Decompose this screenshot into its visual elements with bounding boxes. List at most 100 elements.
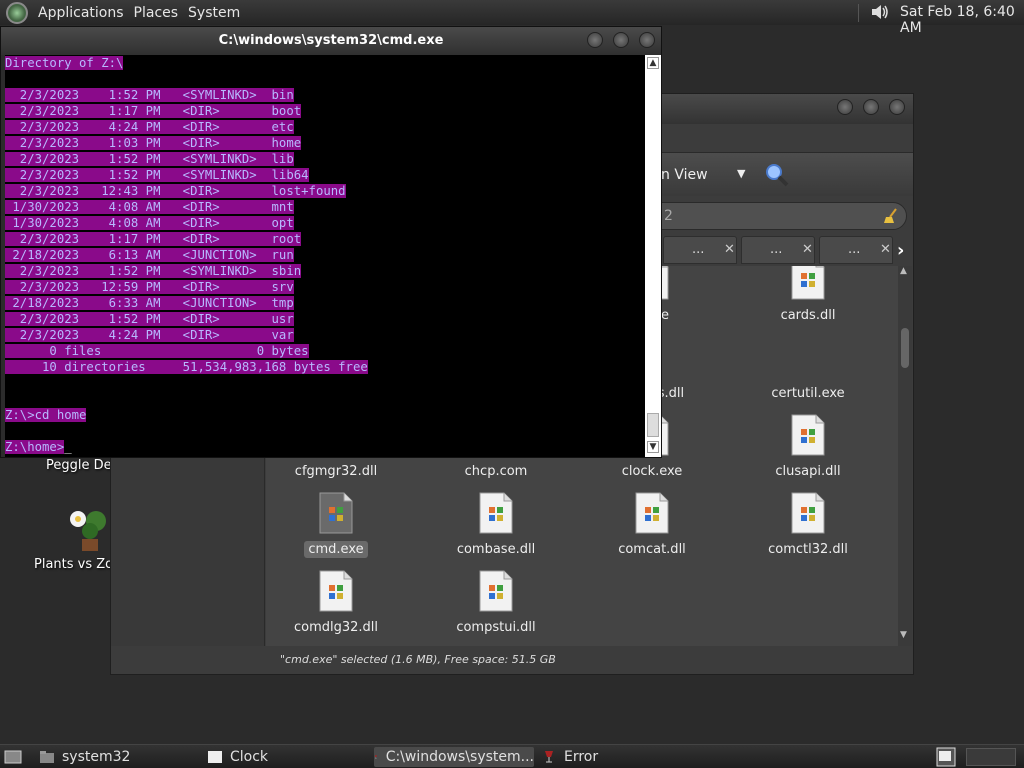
menu-places[interactable]: Places xyxy=(134,5,179,21)
file-name: cards.dll xyxy=(780,308,836,323)
file-name: comdlg32.dll xyxy=(293,620,379,635)
console-dir-entry: 2/3/2023 4:24 PM <DIR> etc xyxy=(5,120,294,134)
desktop-icon-peggle-label[interactable]: Peggle Del xyxy=(46,458,115,473)
desktop-icon-plants-label[interactable]: Plants vs Zor xyxy=(34,557,118,572)
file-name: combase.dll xyxy=(456,542,536,557)
console-text: Directory of Z:\ 2/3/2023 1:52 PM <SYMLI… xyxy=(5,55,645,455)
close-icon[interactable]: ✕ xyxy=(880,242,891,257)
fm-minimize-button[interactable] xyxy=(837,99,853,115)
search-icon[interactable] xyxy=(763,161,791,189)
workspace-2[interactable] xyxy=(966,748,1016,766)
panel-clock[interactable]: Sat Feb 18, 6:40 AM xyxy=(900,4,1024,36)
scroll-up-icon[interactable]: ▲ xyxy=(647,57,659,69)
console-dir-entry: 2/3/2023 1:52 PM <SYMLINKD> sbin xyxy=(5,264,302,278)
cmd-minimize-button[interactable] xyxy=(587,32,603,48)
scroll-thumb[interactable] xyxy=(647,413,659,437)
taskbar-item-cmd[interactable]: C:\windows\system... xyxy=(374,747,534,767)
folder-icon xyxy=(40,751,54,763)
bottom-taskbar: system32 Clock C:\windows\system... Erro… xyxy=(0,744,1024,768)
console-dir-entry: 2/3/2023 1:52 PM <DIR> usr xyxy=(5,312,294,326)
file-item[interactable]: cards.dll xyxy=(738,266,878,334)
console-dir-entry: 1/30/2023 4:08 AM <DIR> opt xyxy=(5,216,294,230)
executable-icon xyxy=(478,492,514,534)
file-name: clock.exe xyxy=(621,464,683,479)
scroll-down-icon[interactable]: ▼ xyxy=(900,630,907,640)
fm-scrollbar[interactable]: ▲ ▼ xyxy=(898,266,912,646)
file-name: cmd.exe xyxy=(266,541,406,558)
cmd-titlebar[interactable]: C:\windows\system32\cmd.exe xyxy=(1,27,661,55)
taskbar-item-system32[interactable]: system32 xyxy=(40,747,200,767)
console-summary-files: 0 files 0 bytes xyxy=(5,344,309,358)
console-dir-entry: 2/3/2023 1:52 PM <SYMLINKD> lib xyxy=(5,152,294,166)
plants-vs-zombies-icon[interactable] xyxy=(66,505,112,555)
fm-tab[interactable]: ... ✕ xyxy=(741,236,815,264)
executable-icon xyxy=(478,570,514,612)
fm-statusbar: "cmd.exe" selected (1.6 MB), Free space:… xyxy=(266,650,906,672)
console-dir-entry: 2/18/2023 6:13 AM <JUNCTION> run xyxy=(5,248,294,262)
close-icon[interactable]: ✕ xyxy=(724,242,735,257)
chevron-down-icon[interactable]: ▼ xyxy=(737,167,745,180)
console-dir-entry: 2/3/2023 12:59 PM <DIR> srv xyxy=(5,280,294,294)
console-command: Z:\>cd home xyxy=(5,408,87,422)
volume-icon[interactable] xyxy=(870,3,890,21)
file-item[interactable]: combase.dll xyxy=(426,492,566,568)
wine-glass-icon xyxy=(545,751,553,763)
taskbar-item-error[interactable]: Error xyxy=(542,747,702,767)
fm-tabs: ... ✕ ... ✕ ... ✕ xyxy=(663,236,913,266)
file-item[interactable]: compstui.dll xyxy=(426,570,566,646)
scroll-down-icon[interactable]: ▼ xyxy=(647,441,659,453)
file-name: comctl32.dll xyxy=(768,542,848,557)
workspace-switcher-icon[interactable] xyxy=(936,747,956,767)
console-header: Directory of Z:\ xyxy=(5,56,124,70)
menu-applications[interactable]: Applications xyxy=(38,5,124,21)
file-item[interactable]: comdlg32.dll xyxy=(266,570,406,646)
file-name: certutil.exe xyxy=(771,386,845,401)
status-text: "cmd.exe" selected (1.6 MB), Free space:… xyxy=(280,653,556,666)
file-item[interactable]: certutil.exe xyxy=(738,336,878,412)
console-cursor: _ xyxy=(64,440,72,454)
file-name: clusapi.dll xyxy=(775,464,841,479)
console-summary-dirs: 10 directories 51,534,983,168 bytes free xyxy=(5,360,368,374)
executable-icon xyxy=(790,414,826,456)
location-bar[interactable]: 2 xyxy=(641,202,907,230)
console-dir-entry: 2/3/2023 1:52 PM <SYMLINKD> bin xyxy=(5,88,294,102)
scroll-up-icon[interactable]: ▲ xyxy=(900,266,907,276)
executable-icon xyxy=(318,570,354,612)
file-item[interactable]: comcat.dll xyxy=(582,492,722,568)
console-dir-entry: 2/3/2023 1:17 PM <DIR> boot xyxy=(5,104,302,118)
console-output[interactable]: Directory of Z:\ 2/3/2023 1:52 PM <SYMLI… xyxy=(5,55,645,457)
file-item[interactable]: cmd.exe xyxy=(266,492,406,568)
cmd-window-title: C:\windows\system32\cmd.exe xyxy=(218,33,444,48)
console-dir-entry: 2/3/2023 12:43 PM <DIR> lost+found xyxy=(5,184,346,198)
cmd-scrollbar[interactable]: ▲ ▼ xyxy=(645,55,661,457)
scroll-thumb[interactable] xyxy=(901,328,909,368)
file-item[interactable]: comctl32.dll xyxy=(738,492,878,568)
view-mode-label[interactable]: n View xyxy=(661,167,708,183)
file-name: comcat.dll xyxy=(618,542,686,557)
close-icon[interactable]: ✕ xyxy=(802,242,813,257)
taskbar-item-clock[interactable]: Clock xyxy=(208,747,368,767)
panel-separator xyxy=(858,4,859,22)
executable-icon xyxy=(634,492,670,534)
console-dir-entry: 2/3/2023 4:24 PM <DIR> var xyxy=(5,328,294,342)
window-icon xyxy=(208,751,222,763)
chevron-right-icon[interactable]: › xyxy=(897,240,904,261)
file-item[interactable]: clusapi.dll xyxy=(738,414,878,490)
file-name: cfgmgr32.dll xyxy=(294,464,378,479)
file-name: compstui.dll xyxy=(456,620,536,635)
clear-broom-icon[interactable] xyxy=(882,207,900,225)
cmd-maximize-button[interactable] xyxy=(613,32,629,48)
wine-glass-icon xyxy=(374,755,377,759)
console-dir-entry: 2/3/2023 1:03 PM <DIR> home xyxy=(5,136,302,150)
file-icon-hidden xyxy=(790,336,826,378)
cmd-close-button[interactable] xyxy=(639,32,655,48)
gnome-foot-icon[interactable] xyxy=(6,1,28,24)
executable-icon xyxy=(318,492,354,534)
fm-tab[interactable]: ... ✕ xyxy=(819,236,893,264)
show-desktop-icon[interactable] xyxy=(4,749,22,765)
fm-close-button[interactable] xyxy=(889,99,905,115)
menu-system[interactable]: System xyxy=(188,5,240,21)
top-panel: Applications Places System Sat Feb 18, 6… xyxy=(0,0,1024,36)
fm-maximize-button[interactable] xyxy=(863,99,879,115)
fm-tab[interactable]: ... ✕ xyxy=(663,236,737,264)
